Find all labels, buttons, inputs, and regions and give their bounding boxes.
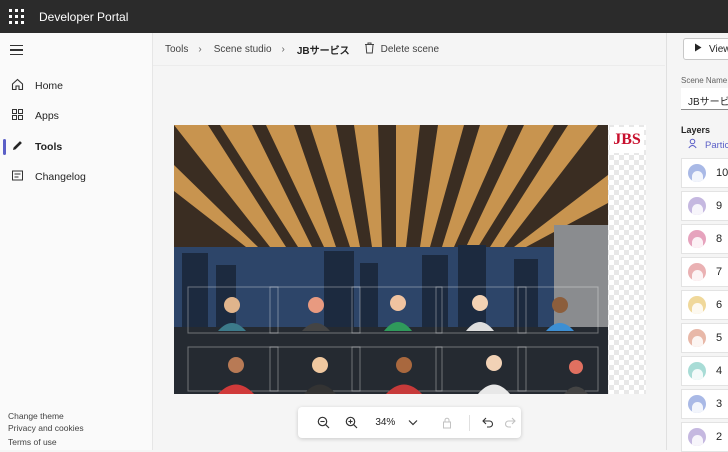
participants-button[interactable]: Participants <box>688 138 728 152</box>
layer-number: 3 <box>716 398 723 410</box>
layer-number: 4 <box>716 365 723 377</box>
layer-item[interactable]: 8 <box>681 224 728 254</box>
participants-icon <box>688 138 699 152</box>
top-bar: Developer Portal <box>0 0 728 33</box>
delete-scene-button[interactable]: Delete scene <box>364 42 439 57</box>
layer-number: 5 <box>716 332 723 344</box>
participant-avatar-icon <box>688 296 706 314</box>
hamburger-menu-icon[interactable] <box>10 45 23 55</box>
sidebar-item-changelog[interactable]: Changelog <box>0 163 153 191</box>
chevron-right-icon: › <box>198 43 202 55</box>
layer-item[interactable]: 9 <box>681 191 728 221</box>
layer-item[interactable]: 5 <box>681 323 728 353</box>
app-launcher-icon[interactable] <box>9 8 25 25</box>
undo-icon[interactable] <box>478 417 500 428</box>
participant-avatar-icon <box>688 230 706 248</box>
delete-scene-label: Delete scene <box>380 43 440 55</box>
chevron-down-icon[interactable] <box>403 419 423 426</box>
lock-icon[interactable] <box>437 417 457 429</box>
sidebar-item-tools[interactable]: Tools <box>0 133 153 161</box>
breadcrumb-scene-studio[interactable]: Scene studio <box>214 44 272 55</box>
participant-avatar-icon <box>688 164 706 182</box>
sidebar-item-label: Changelog <box>35 171 86 183</box>
redo-icon[interactable] <box>499 417 521 428</box>
scene-name-input[interactable]: JBサービス <box>681 88 728 110</box>
apps-icon <box>10 108 24 124</box>
sidebar-item-apps[interactable]: Apps <box>0 102 153 130</box>
zoom-in-icon[interactable] <box>340 416 364 429</box>
participants-label: Participants <box>705 139 728 151</box>
layer-item[interactable]: 6 <box>681 290 728 320</box>
scene-canvas[interactable]: JBS <box>174 125 646 394</box>
home-icon <box>10 78 24 94</box>
sidebar: Home Apps Tools Changelog Change theme P… <box>0 33 153 450</box>
participant-avatar-icon <box>688 362 706 380</box>
scene-background-image <box>174 125 608 394</box>
zoom-level: 34% <box>375 417 396 428</box>
layers-heading: Layers <box>681 125 711 135</box>
sidebar-item-home[interactable]: Home <box>0 72 153 100</box>
changelog-icon <box>10 169 24 185</box>
play-icon <box>694 43 702 55</box>
participant-avatar-icon <box>688 197 706 215</box>
layer-item[interactable]: 10 <box>681 158 728 188</box>
change-theme-link[interactable]: Change theme <box>8 411 64 421</box>
breadcrumb: Tools › Scene studio › JBサービス Delete sce… <box>153 33 665 66</box>
layer-number: 8 <box>716 233 723 245</box>
layer-item[interactable]: 4 <box>681 356 728 386</box>
layer-number: 10 <box>716 167 728 179</box>
sidebar-item-label: Tools <box>35 141 63 153</box>
participant-avatar-icon <box>688 329 706 347</box>
breadcrumb-current-scene: JBサービス <box>296 45 350 57</box>
layer-number: 9 <box>716 200 723 212</box>
view-button-label: View <box>709 43 728 55</box>
layer-number: 7 <box>716 266 723 278</box>
layer-number: 2 <box>716 431 723 443</box>
view-button[interactable]: View <box>683 38 728 60</box>
chevron-right-icon: › <box>281 43 285 55</box>
terms-link[interactable]: Terms of use <box>8 437 57 447</box>
layer-item[interactable]: 7 <box>681 257 728 287</box>
app-title[interactable]: Developer Portal <box>39 10 128 24</box>
layer-item[interactable]: 2 <box>681 422 728 452</box>
zoom-toolbar: 34% <box>298 407 521 438</box>
layer-item[interactable]: 3 <box>681 389 728 419</box>
privacy-link[interactable]: Privacy and cookies <box>8 423 84 433</box>
sidebar-item-label: Home <box>35 80 64 92</box>
scene-logo: JBS <box>610 127 644 153</box>
participant-avatar-icon <box>688 428 706 446</box>
participant-avatar-icon <box>688 263 706 281</box>
participant-avatar-icon <box>688 395 706 413</box>
scene-name-label: Scene Name <box>681 76 728 85</box>
zoom-out-icon[interactable] <box>308 416 340 429</box>
pencil-icon <box>10 139 24 155</box>
trash-icon <box>364 42 375 57</box>
toolbar-divider <box>468 414 470 431</box>
layer-number: 6 <box>716 299 723 311</box>
sidebar-item-label: Apps <box>35 110 59 122</box>
scene-logo-text: JBS <box>613 131 641 148</box>
breadcrumb-tools[interactable]: Tools <box>165 44 188 55</box>
